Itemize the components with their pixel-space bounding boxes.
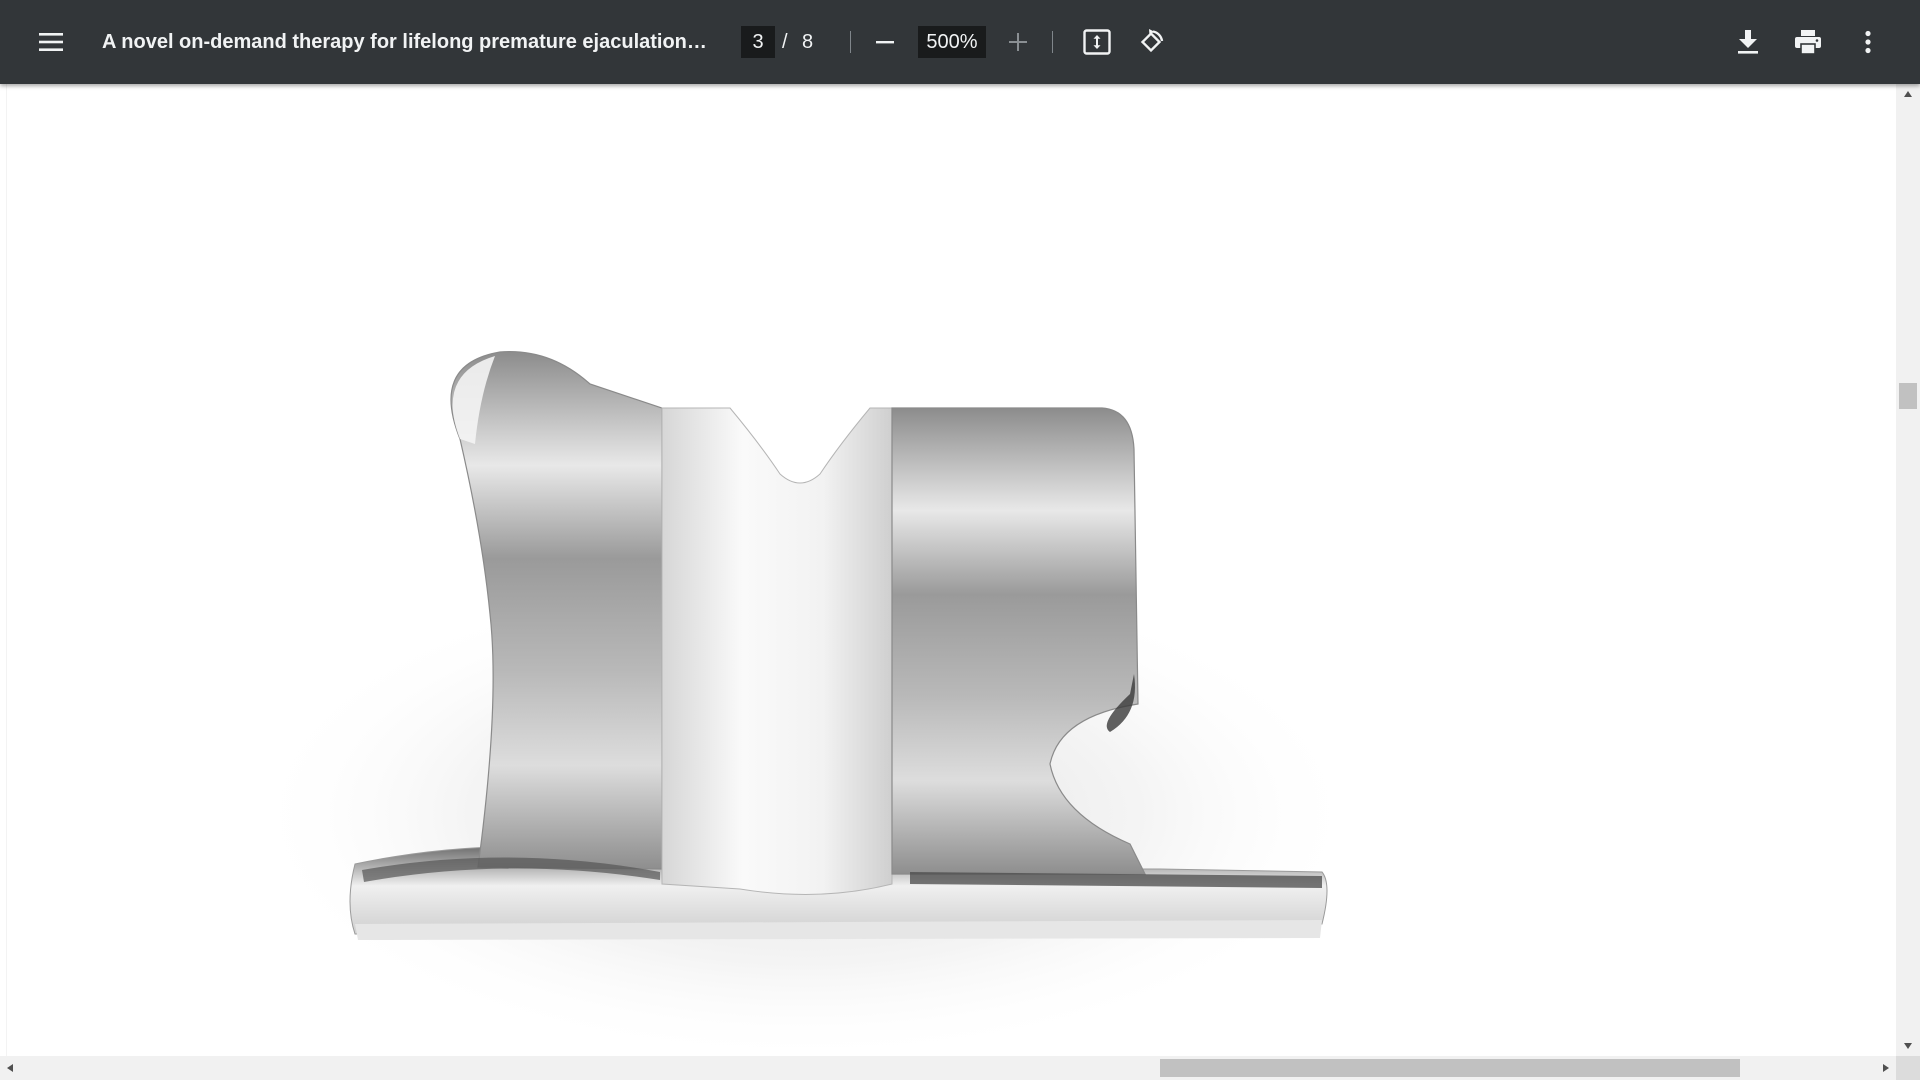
viewer-toolbar: A novel on-demand therapy for lifelong p… <box>0 0 1920 84</box>
print-button[interactable] <box>1784 18 1832 66</box>
document-title: A novel on-demand therapy for lifelong p… <box>102 31 712 53</box>
rotate-button[interactable] <box>1127 18 1175 66</box>
scroll-left-arrow-icon[interactable] <box>0 1056 20 1080</box>
document-viewport[interactable] <box>0 84 1896 1056</box>
toolbar-divider <box>850 31 851 53</box>
hamburger-menu-icon[interactable] <box>27 18 75 66</box>
vertical-scrollbar[interactable] <box>1896 84 1920 1056</box>
scroll-down-arrow-icon[interactable] <box>1896 1036 1920 1056</box>
scroll-up-arrow-icon[interactable] <box>1896 84 1920 104</box>
minus-icon <box>876 41 894 44</box>
toolbar-divider <box>1052 31 1053 53</box>
scrollbar-corner <box>1896 1056 1920 1080</box>
page-number-input[interactable] <box>741 26 775 58</box>
horizontal-scrollbar-thumb[interactable] <box>1160 1059 1740 1077</box>
more-options-button[interactable] <box>1844 18 1892 66</box>
zoom-in-button[interactable] <box>994 18 1042 66</box>
pdf-viewer: A novel on-demand therapy for lifelong p… <box>0 0 1920 1080</box>
plus-icon <box>1009 33 1027 51</box>
fit-to-page-button[interactable] <box>1073 18 1121 66</box>
page-edge <box>6 84 7 1056</box>
more-vert-icon <box>1865 30 1871 54</box>
silver-orthodontic-bracket-figure <box>260 351 1365 1056</box>
download-button[interactable] <box>1724 18 1772 66</box>
fit-to-page-icon <box>1083 29 1111 55</box>
download-icon <box>1738 30 1758 54</box>
zoom-out-button[interactable] <box>861 18 909 66</box>
horizontal-scrollbar[interactable] <box>0 1056 1896 1080</box>
print-icon <box>1795 30 1821 55</box>
total-pages: 8 <box>802 31 814 53</box>
zoom-level-input[interactable] <box>918 26 986 58</box>
scroll-right-arrow-icon[interactable] <box>1876 1056 1896 1080</box>
rotate-counterclockwise-icon <box>1140 29 1164 53</box>
vertical-scrollbar-thumb[interactable] <box>1899 383 1917 409</box>
page-separator: / <box>782 31 788 53</box>
